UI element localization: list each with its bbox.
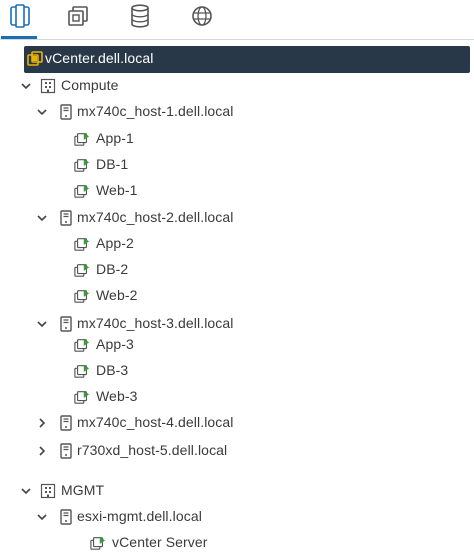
chevron-right-icon[interactable]	[35, 416, 49, 430]
tree-node-host[interactable]: mx740c_host-2.dell.local	[0, 205, 474, 231]
tree-node-host-label: esxi-mgmt.dell.local	[77, 508, 202, 524]
tree-node-vm[interactable]: Web-2	[0, 283, 474, 309]
datacenter-icon	[40, 78, 56, 94]
chevron-right-icon[interactable]	[35, 444, 49, 458]
tree-node-vm[interactable]: App-2	[0, 231, 474, 257]
tree-node-vm[interactable]: DB-1	[0, 152, 474, 178]
database-icon	[129, 3, 151, 33]
hosts-and-clusters-icon	[8, 3, 32, 33]
tree-node-host-label: mx740c_host-1.dell.local	[77, 103, 234, 119]
tree-node-host[interactable]: mx740c_host-4.dell.local	[0, 410, 474, 436]
tree-node-vm[interactable]: App-1	[0, 126, 474, 152]
host-server-icon	[58, 316, 74, 332]
tree-node-host-label: mx740c_host-3.dell.local	[77, 315, 234, 331]
chevron-down-icon[interactable]	[19, 79, 33, 93]
tab-storage[interactable]	[125, 3, 155, 33]
network-globe-icon	[190, 4, 214, 33]
tree-node-vcenter[interactable]: vCenter.dell.local	[0, 46, 474, 72]
virtual-machine-icon	[74, 262, 90, 278]
tree-node-vm[interactable]: DB-2	[0, 257, 474, 283]
navigator-tab-bar	[0, 0, 474, 40]
tree-node-vm-label: DB-1	[96, 156, 129, 172]
chevron-down-icon[interactable]	[35, 317, 49, 331]
tab-networking[interactable]	[187, 3, 217, 33]
tree-node-vm-label: Web-1	[96, 182, 138, 198]
tree-node-vm-label: Web-3	[96, 388, 138, 404]
host-server-icon	[58, 509, 74, 525]
tree-node-datacenter[interactable]: Compute	[0, 73, 474, 99]
virtual-machine-icon	[74, 157, 90, 173]
tree-node-vm-label: vCenter Server	[112, 534, 208, 550]
tree-node-host[interactable]: mx740c_host-1.dell.local	[0, 99, 474, 125]
host-server-icon	[58, 415, 74, 431]
tree-node-vm[interactable]: DB-3	[0, 358, 474, 384]
tree-node-vm-label: DB-2	[96, 261, 129, 277]
tree-node-host-label: mx740c_host-4.dell.local	[77, 414, 234, 430]
host-server-icon	[58, 210, 74, 226]
host-server-icon	[58, 104, 74, 120]
vms-and-templates-icon	[66, 4, 90, 33]
tree-node-vm[interactable]: Web-1	[0, 178, 474, 204]
tree-node-vm-label: DB-3	[96, 362, 129, 378]
virtual-machine-icon	[74, 363, 90, 379]
tree-node-host[interactable]: esxi-mgmt.dell.local	[0, 504, 474, 530]
tree-node-vm[interactable]: Web-3	[0, 384, 474, 410]
chevron-down-icon[interactable]	[35, 510, 49, 524]
chevron-down-icon[interactable]	[35, 105, 49, 119]
host-server-icon	[58, 443, 74, 459]
chevron-down-icon[interactable]	[35, 211, 49, 225]
tree-node-host-label: mx740c_host-2.dell.local	[77, 209, 234, 225]
virtual-machine-icon	[74, 236, 90, 252]
tree-node-vm-label: Web-2	[96, 287, 138, 303]
tab-vms-and-templates[interactable]	[63, 3, 93, 33]
virtual-machine-icon	[74, 337, 90, 353]
virtual-machine-icon	[74, 183, 90, 199]
tree-node-host[interactable]: r730xd_host-5.dell.local	[0, 438, 474, 464]
tree-node-vm-label: App-2	[96, 235, 134, 251]
tab-hosts-and-clusters[interactable]	[5, 3, 35, 33]
tree-node-vm[interactable]: vCenter Server	[0, 530, 474, 556]
datacenter-icon	[40, 483, 56, 499]
chevron-down-icon[interactable]	[4, 52, 18, 66]
virtual-machine-icon	[90, 535, 106, 551]
tab-divider	[0, 39, 474, 40]
virtual-machine-icon	[74, 131, 90, 147]
tree-node-vm-label: App-1	[96, 130, 134, 146]
tree-node-datacenter-label: MGMT	[61, 482, 105, 498]
tree-node-host-label: r730xd_host-5.dell.local	[77, 442, 228, 458]
chevron-down-icon[interactable]	[19, 484, 33, 498]
virtual-machine-icon	[74, 389, 90, 405]
vcenter-icon	[27, 51, 43, 67]
tree-node-vm-label: App-3	[96, 336, 134, 352]
tree-node-datacenter[interactable]: MGMT	[0, 478, 474, 504]
tree-node-vcenter-label: vCenter.dell.local	[45, 50, 154, 66]
tree-node-datacenter-label: Compute	[61, 77, 119, 93]
tree-node-vm[interactable]: App-3	[0, 332, 474, 358]
virtual-machine-icon	[74, 288, 90, 304]
